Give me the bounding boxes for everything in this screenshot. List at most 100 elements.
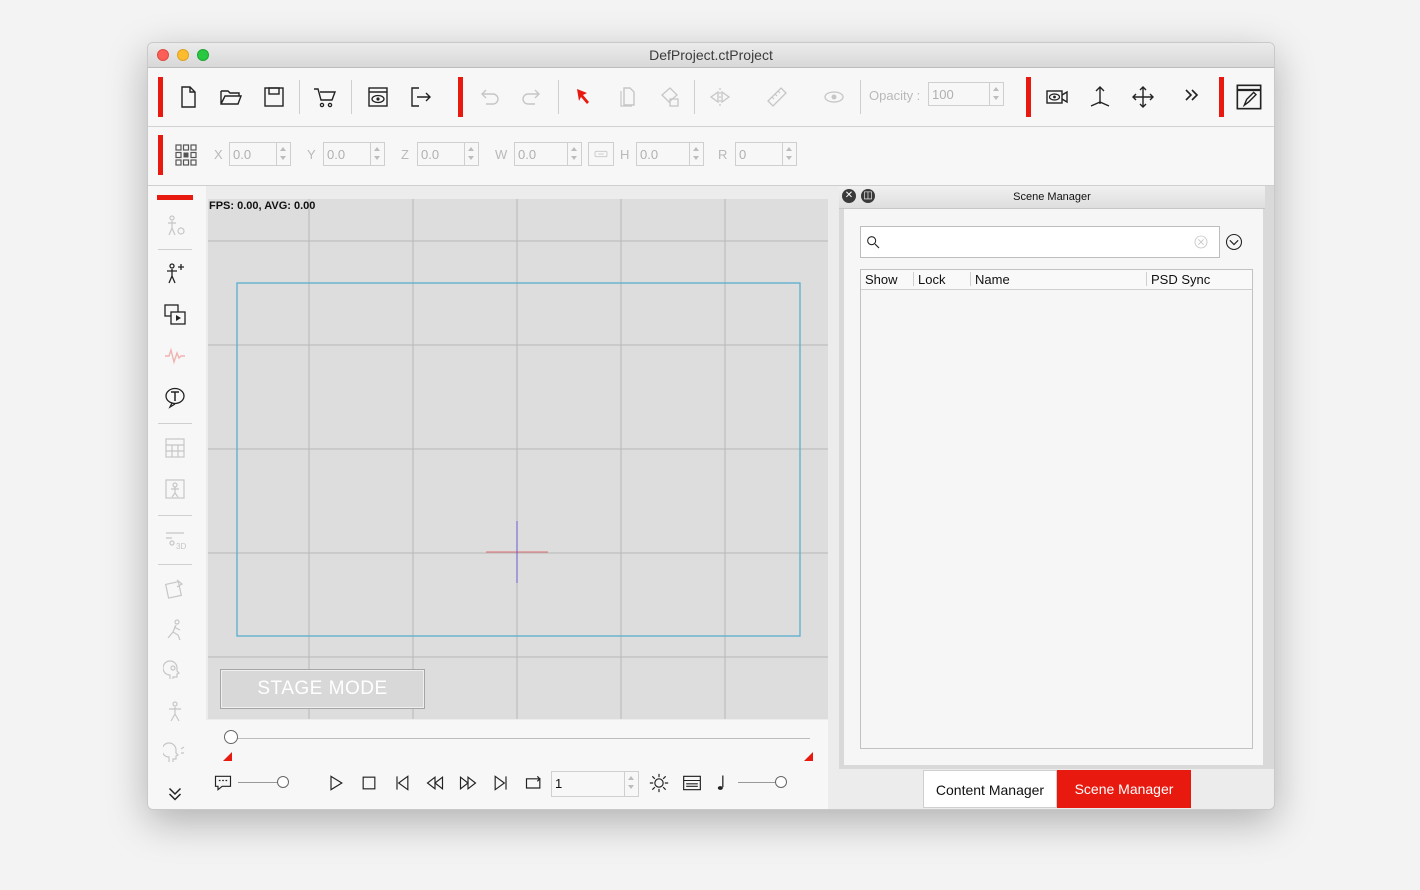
actor-icon[interactable]	[161, 212, 189, 240]
music-volume-knob[interactable]	[775, 776, 787, 788]
window-title: DefProject.ctProject	[649, 47, 773, 63]
left-toolbar: 3D	[148, 186, 206, 809]
w-label: W	[495, 147, 508, 162]
tab-scene-manager[interactable]: Scene Manager	[1057, 770, 1191, 808]
range-end-marker[interactable]	[804, 752, 813, 761]
tab-content-manager[interactable]: Content Manager	[923, 770, 1057, 808]
cart-icon[interactable]	[311, 83, 339, 111]
z-value: 0.0	[421, 147, 440, 162]
playback-bar: 1	[206, 720, 828, 809]
puppet-icon[interactable]	[161, 698, 189, 726]
redo-icon[interactable]	[518, 83, 546, 111]
volume-slider-knob[interactable]	[277, 776, 289, 788]
music-note-icon[interactable]	[712, 773, 732, 798]
layout-grid-icon[interactable]	[161, 434, 189, 462]
panel-title: Scene Manager	[1013, 191, 1091, 203]
z-label: Z	[401, 147, 409, 162]
scene-table: Show Lock Name PSD Sync	[860, 269, 1253, 749]
head-talk-icon[interactable]	[161, 739, 189, 767]
filter-dropdown-icon[interactable]	[1224, 232, 1244, 257]
stage-grid	[208, 199, 828, 719]
h-field[interactable]: 0.0	[636, 142, 704, 166]
motion-icon[interactable]	[161, 616, 189, 644]
next-frame-icon[interactable]	[491, 773, 511, 798]
frame-number-value: 1	[555, 776, 563, 791]
search-icon	[867, 236, 880, 249]
timeline-track[interactable]	[232, 738, 810, 739]
camera-view-icon[interactable]	[1043, 83, 1071, 111]
move-icon[interactable]	[1129, 83, 1157, 111]
open-folder-icon[interactable]	[217, 83, 245, 111]
eye-icon[interactable]	[820, 83, 848, 111]
column-psd-sync[interactable]: PSD Sync	[1151, 272, 1210, 287]
rewind-icon[interactable]	[425, 773, 445, 798]
face-icon[interactable]	[161, 657, 189, 685]
y-value: 0.0	[327, 147, 346, 162]
table-header: Show Lock Name PSD Sync	[861, 270, 1252, 290]
x-field[interactable]: 0.0	[229, 142, 291, 166]
loop-icon[interactable]	[524, 773, 544, 798]
z-field[interactable]: 0.0	[417, 142, 479, 166]
timeline-playhead[interactable]	[224, 730, 238, 744]
stage-viewport[interactable]: FPS: 0.00, AVG: 0.00 STAGE MODE	[208, 199, 828, 719]
previous-frame-icon[interactable]	[392, 773, 412, 798]
r-value: 0	[739, 147, 747, 162]
svg-text:3D: 3D	[176, 542, 186, 551]
bone-frame-icon[interactable]	[161, 475, 189, 503]
fast-forward-icon[interactable]	[458, 773, 478, 798]
y-label: Y	[307, 147, 316, 162]
clear-search-icon[interactable]	[1193, 234, 1209, 250]
panel-header: ✕ ◫ Scene Manager	[839, 186, 1265, 209]
ruler-icon[interactable]	[763, 83, 791, 111]
sprite-switch-icon[interactable]	[161, 575, 189, 603]
undo-icon[interactable]	[475, 83, 503, 111]
duplicate-icon[interactable]	[613, 83, 641, 111]
media-icon[interactable]	[161, 301, 189, 329]
select-arrow-icon[interactable]	[570, 83, 598, 111]
save-icon[interactable]	[260, 83, 288, 111]
paint-icon[interactable]	[656, 83, 684, 111]
range-start-marker[interactable]	[223, 752, 232, 761]
column-name[interactable]: Name	[975, 272, 1010, 287]
grid-align-icon[interactable]	[172, 141, 200, 169]
stop-icon[interactable]	[359, 773, 379, 798]
panel-body: Show Lock Name PSD Sync	[844, 209, 1263, 765]
link-size-button[interactable]	[588, 142, 614, 166]
column-show[interactable]: Show	[865, 272, 898, 287]
3d-convert-icon[interactable]: 3D	[161, 526, 189, 554]
subtitle-icon[interactable]	[213, 773, 233, 798]
opacity-label: Opacity :	[869, 88, 921, 103]
app-window: DefProject.ctProject Opacity: 100 X 0.0…	[147, 42, 1275, 810]
h-value: 0.0	[640, 147, 659, 162]
settings-sun-icon[interactable]	[649, 773, 669, 798]
character-add-icon[interactable]	[161, 260, 189, 288]
text-bubble-icon[interactable]	[161, 383, 189, 411]
edit-panel-icon[interactable]	[1234, 82, 1264, 112]
w-field[interactable]: 0.0	[514, 142, 582, 166]
w-value: 0.0	[518, 147, 537, 162]
r-field[interactable]: 0	[735, 142, 797, 166]
search-input[interactable]	[887, 231, 1191, 255]
anchor-icon[interactable]	[1086, 83, 1114, 111]
more-icon[interactable]	[1178, 81, 1206, 109]
frame-number-field[interactable]: 1	[551, 771, 639, 797]
fps-readout: FPS: 0.00, AVG: 0.00	[209, 200, 316, 212]
y-field[interactable]: 0.0	[323, 142, 385, 166]
main-toolbar: Opacity : 100	[148, 68, 1274, 127]
opacity-field[interactable]: 100	[928, 82, 1004, 106]
new-file-icon[interactable]	[174, 83, 202, 111]
play-icon[interactable]	[326, 773, 346, 798]
opacity-value: 100	[932, 87, 954, 102]
timeline-panel-icon[interactable]	[682, 773, 702, 798]
x-label: X	[214, 147, 223, 162]
toolbar-grip	[158, 77, 163, 117]
stage-mode-button[interactable]: STAGE MODE	[220, 669, 425, 709]
flip-icon[interactable]	[706, 83, 734, 111]
x-value: 0.0	[233, 147, 252, 162]
search-box[interactable]	[860, 226, 1220, 258]
column-lock[interactable]: Lock	[918, 272, 945, 287]
expand-down-icon[interactable]	[161, 780, 189, 808]
preview-icon[interactable]	[364, 83, 392, 111]
audio-wave-icon[interactable]	[161, 342, 189, 370]
export-icon[interactable]	[407, 83, 435, 111]
